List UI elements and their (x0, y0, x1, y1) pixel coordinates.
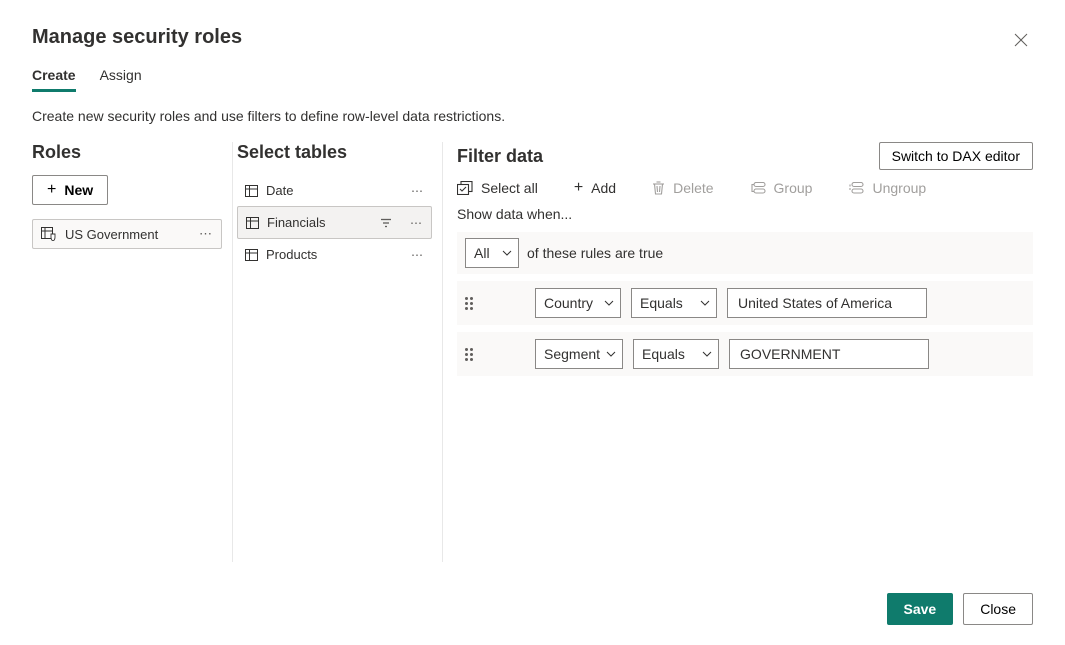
table-item-label: Financials (267, 215, 326, 230)
delete-label: Delete (673, 180, 713, 196)
trash-icon (652, 181, 665, 195)
tables-heading: Select tables (237, 142, 432, 163)
show-data-when-label: Show data when... (457, 206, 1033, 222)
field-select[interactable]: Country (535, 288, 621, 318)
operator-select[interactable]: Equals (633, 339, 719, 369)
field-value: Country (544, 295, 593, 311)
combinator-suffix: of these rules are true (527, 245, 663, 261)
roles-heading: Roles (32, 142, 222, 163)
group-label: Group (774, 180, 813, 196)
filter-toolbar: Select all + Add Delete Group (457, 180, 1033, 196)
group-icon (750, 182, 766, 194)
table-item-label: Date (266, 183, 293, 198)
ungroup-label: Ungroup (872, 180, 926, 196)
ungroup-button: Ungroup (848, 180, 926, 196)
security-table-icon (41, 227, 57, 241)
delete-rule-button: Delete (652, 180, 713, 196)
filter-rule: Segment Equals GOVERNMENT (457, 332, 1033, 376)
chevron-down-icon (604, 300, 614, 306)
filter-rule: Country Equals United States of America (457, 281, 1033, 325)
combinator-value: All (474, 245, 490, 261)
chevron-down-icon (502, 250, 512, 256)
chevron-down-icon (606, 351, 616, 357)
select-all-label: Select all (481, 180, 538, 196)
value-text: United States of America (738, 295, 892, 311)
ungroup-icon (848, 182, 864, 194)
more-icon[interactable]: ⋯ (411, 248, 424, 262)
add-label: Add (591, 180, 616, 196)
tab-assign[interactable]: Assign (100, 67, 142, 92)
filter-heading: Filter data (457, 146, 543, 167)
field-select[interactable]: Segment (535, 339, 623, 369)
switch-dax-button[interactable]: Switch to DAX editor (879, 142, 1033, 170)
filter-applied-icon (380, 218, 392, 228)
combinator-select[interactable]: All (465, 238, 519, 268)
table-item-products[interactable]: Products ⋯ (237, 239, 432, 270)
tab-bar: Create Assign (32, 67, 1033, 92)
select-all-button[interactable]: Select all (457, 180, 538, 196)
dialog-footer: Save Close (887, 593, 1034, 625)
operator-select[interactable]: Equals (631, 288, 717, 318)
tables-panel: Select tables Date ⋯ Financials (232, 142, 442, 562)
dialog-description: Create new security roles and use filter… (32, 108, 1033, 124)
value-input[interactable]: United States of America (727, 288, 927, 318)
select-all-icon (457, 181, 473, 195)
plus-icon: + (574, 180, 583, 196)
close-button[interactable]: Close (963, 593, 1033, 625)
group-button: Group (750, 180, 813, 196)
table-icon (246, 217, 259, 229)
operator-value: Equals (642, 346, 685, 362)
table-item-financials[interactable]: Financials ⋯ (237, 206, 432, 239)
value-text: GOVERNMENT (740, 346, 840, 362)
more-icon[interactable]: ⋯ (199, 226, 213, 242)
add-rule-button[interactable]: + Add (574, 180, 616, 196)
drag-handle-icon[interactable] (465, 297, 479, 310)
chevron-down-icon (702, 351, 712, 357)
tab-create[interactable]: Create (32, 67, 76, 92)
table-item-date[interactable]: Date ⋯ (237, 175, 432, 206)
plus-icon: + (47, 182, 56, 198)
drag-handle-icon[interactable] (465, 348, 479, 361)
role-item-label: US Government (65, 227, 158, 242)
value-input[interactable]: GOVERNMENT (729, 339, 929, 369)
field-value: Segment (544, 346, 600, 362)
save-button[interactable]: Save (887, 593, 954, 625)
more-icon[interactable]: ⋯ (411, 184, 424, 198)
new-role-button[interactable]: + New (32, 175, 108, 205)
more-icon[interactable]: ⋯ (410, 216, 423, 230)
table-item-label: Products (266, 247, 317, 262)
manage-security-roles-dialog: Manage security roles Create Assign Crea… (0, 0, 1065, 645)
operator-value: Equals (640, 295, 683, 311)
combinator-row: All of these rules are true (457, 232, 1033, 274)
table-icon (245, 185, 258, 197)
roles-panel: Roles + New US Government ⋯ (32, 142, 232, 562)
filter-panel: Filter data Switch to DAX editor Select … (442, 142, 1033, 562)
table-icon (245, 249, 258, 261)
role-item[interactable]: US Government ⋯ (32, 219, 222, 249)
close-icon[interactable] (1011, 30, 1031, 50)
new-role-label: New (64, 182, 93, 198)
dialog-title: Manage security roles (32, 26, 1033, 49)
chevron-down-icon (700, 300, 710, 306)
